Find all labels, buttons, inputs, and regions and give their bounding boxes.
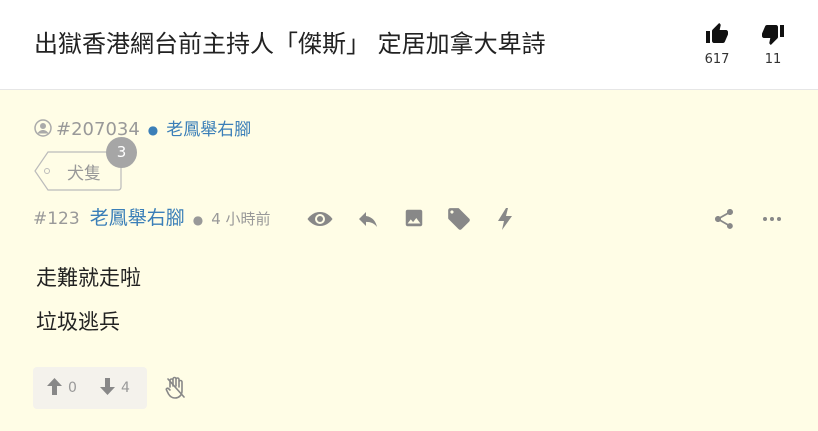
share-icon[interactable] <box>712 207 736 231</box>
eye-icon[interactable] <box>306 207 334 231</box>
separator-dot: ● <box>192 213 204 227</box>
lightning-icon[interactable] <box>496 207 514 231</box>
reply-text-line: 垃圾逃兵 <box>36 310 120 334</box>
post-title: 出獄香港網台前主持人「傑斯」 定居加拿大卑詩 <box>34 30 546 58</box>
separator-dot: ● <box>147 122 159 137</box>
arrow-up-icon <box>47 378 62 395</box>
downvote-count: 4 <box>121 380 130 396</box>
thumbs-up-icon <box>706 23 728 43</box>
post-id: #207034 <box>56 119 140 140</box>
reply-meta: #123 老鳳舉右腳 ● 4 小時前 <box>33 203 271 230</box>
like-button[interactable]: 617 <box>697 22 737 67</box>
upvote-button[interactable]: 0 <box>46 377 77 396</box>
tag-label: 犬隻 <box>67 164 101 184</box>
upvote-count: 0 <box>68 380 77 396</box>
arrow-down-icon <box>100 378 115 395</box>
reply-vote-box: 0 4 <box>33 367 147 409</box>
reply-number: #123 <box>33 209 80 229</box>
hand-icon[interactable] <box>165 376 187 400</box>
dislike-button[interactable]: 11 <box>753 22 793 67</box>
tag-icon[interactable] <box>446 206 472 232</box>
tag-count-badge: 3 <box>106 137 137 168</box>
reply-text-line: 走難就走啦 <box>36 266 141 290</box>
more-icon[interactable] <box>760 207 784 231</box>
image-icon[interactable] <box>403 207 425 229</box>
thumbs-down-icon <box>762 25 784 45</box>
downvote-button[interactable]: 4 <box>99 377 130 396</box>
thread-author-link[interactable]: 老鳳舉右腳 <box>166 115 251 140</box>
like-count: 617 <box>704 52 730 67</box>
dislike-count: 11 <box>764 52 782 67</box>
reply-time: 4 小時前 <box>211 210 271 228</box>
thread-meta: #207034 ● 老鳳舉右腳 <box>34 115 251 140</box>
reply-author-link[interactable]: 老鳳舉右腳 <box>90 203 185 230</box>
user-icon <box>34 118 52 137</box>
reply-icon[interactable] <box>356 207 380 231</box>
post-header: 出獄香港網台前主持人「傑斯」 定居加拿大卑詩 617 11 <box>0 0 818 90</box>
